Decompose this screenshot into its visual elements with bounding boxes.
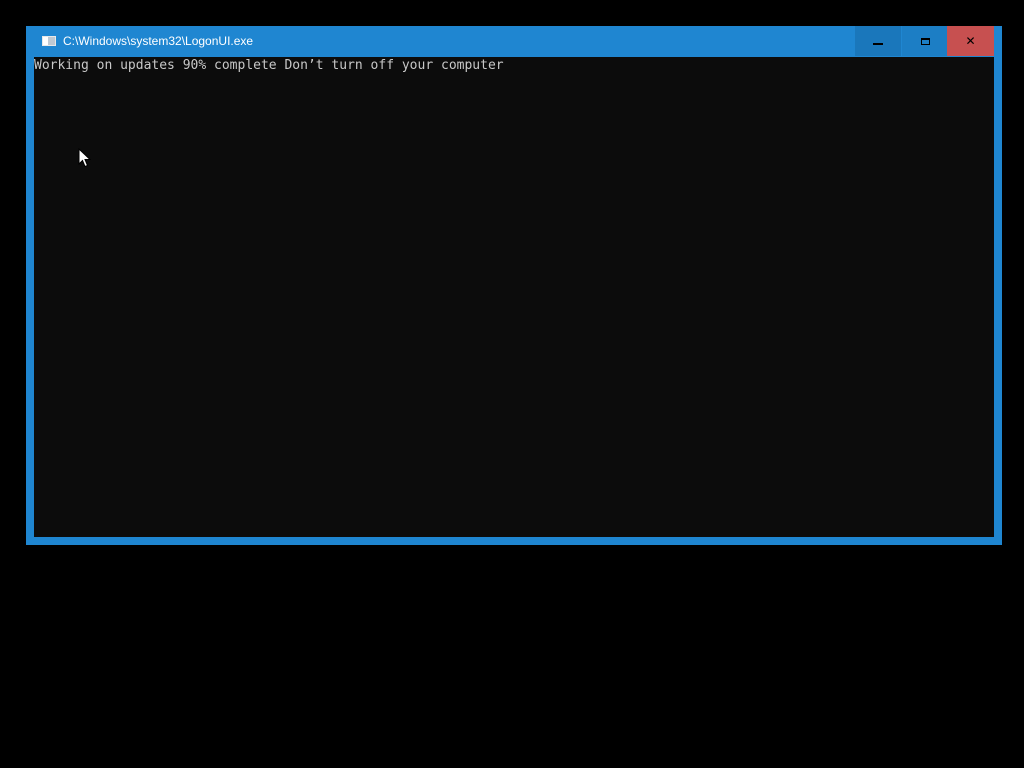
minimize-icon [873,43,883,45]
update-status-text: Working on updates 90% complete Don’t tu… [34,58,504,73]
maximize-icon [920,37,930,45]
close-button[interactable]: ✕ [947,26,994,56]
window-title: C:\Windows\system32\LogonUI.exe [63,34,254,48]
console-window-icon[interactable] [42,36,56,46]
mouse-pointer-icon [78,148,92,168]
console-output[interactable]: Working on updates 90% complete Don’t tu… [34,57,994,537]
desktop: C:\Windows\system32\LogonUI.exe ✕ Workin… [0,0,1024,768]
title-bar[interactable]: C:\Windows\system32\LogonUI.exe ✕ [26,26,1002,57]
console-window: C:\Windows\system32\LogonUI.exe ✕ Workin… [26,26,1002,545]
close-icon: ✕ [965,34,976,48]
minimize-button[interactable] [855,26,901,56]
maximize-button[interactable] [902,26,948,56]
